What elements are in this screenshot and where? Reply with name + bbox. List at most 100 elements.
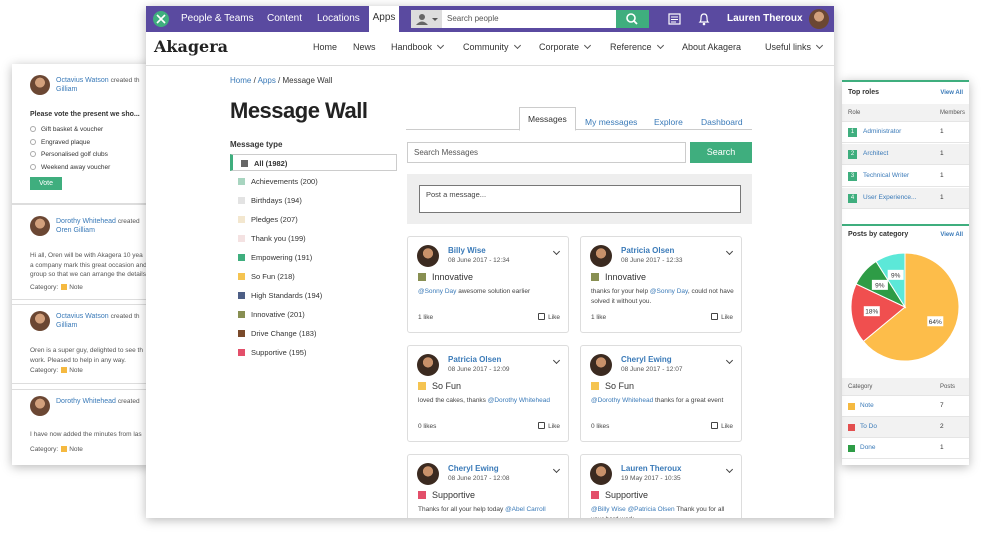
table-row[interactable]: Done 1	[842, 438, 969, 459]
nav-locations[interactable]: Locations	[317, 13, 360, 24]
target-link[interactable]: Oren Gilliam	[56, 227, 95, 234]
author-link[interactable]: Dorothy Whitehead	[56, 218, 116, 225]
author-link[interactable]: Octavius Watson	[56, 313, 109, 320]
category-link[interactable]: To Do	[860, 423, 877, 430]
mention-link[interactable]: @Sonny Day	[650, 288, 688, 295]
chevron-down-icon[interactable]	[725, 465, 734, 474]
nav-apps[interactable]: Apps	[369, 6, 399, 32]
bell-icon[interactable]	[698, 12, 710, 26]
message-type-filter[interactable]: So Fun (218)	[230, 268, 397, 285]
target-link[interactable]: Gilliam	[56, 86, 77, 93]
like-button[interactable]: Like	[538, 313, 560, 321]
author-link[interactable]: Octavius Watson	[56, 77, 109, 84]
target-link[interactable]: Gilliam	[56, 322, 77, 329]
nav-about[interactable]: About Akagera	[682, 42, 741, 52]
tab-explore[interactable]: Explore	[648, 113, 689, 131]
like-button[interactable]: Like	[711, 313, 733, 321]
chevron-down-icon[interactable]	[552, 465, 561, 474]
user-avatar[interactable]	[809, 9, 829, 29]
mention-link[interactable]: @Dorothy Whitehead	[488, 397, 550, 404]
avatar[interactable]	[590, 245, 612, 267]
message-type-filter[interactable]: Drive Change (183)	[230, 325, 397, 342]
radio-icon[interactable]	[30, 151, 36, 158]
table-row[interactable]: To Do 2	[842, 417, 969, 438]
like-button[interactable]: Like	[711, 422, 733, 430]
table-row[interactable]: Note 7	[842, 396, 969, 417]
nav-home[interactable]: Home	[313, 42, 337, 52]
home-logo-icon[interactable]	[152, 10, 170, 28]
nav-corporate[interactable]: Corporate	[539, 41, 592, 52]
nav-reference[interactable]: Reference	[610, 41, 664, 52]
mention-link[interactable]: @Sonny Day	[418, 288, 456, 295]
category-link[interactable]: Done	[860, 444, 876, 451]
role-link[interactable]: User Experience...	[863, 194, 916, 201]
role-link[interactable]: Technical Writer	[863, 172, 909, 179]
message-type-filter[interactable]: Birthdays (194)	[230, 192, 397, 209]
message-type-filter[interactable]: Achievements (200)	[230, 173, 397, 190]
poll-option[interactable]: Weekend away voucher	[30, 162, 110, 175]
avatar[interactable]	[590, 354, 612, 376]
nav-news[interactable]: News	[353, 42, 376, 52]
author-link[interactable]: Billy Wise	[448, 246, 486, 255]
radio-icon[interactable]	[30, 163, 36, 170]
message-type-filter[interactable]: High Standards (194)	[230, 287, 397, 304]
chevron-down-icon[interactable]	[552, 247, 561, 256]
avatar[interactable]	[417, 245, 439, 267]
author-link[interactable]: Patricia Olsen	[621, 246, 674, 255]
table-row[interactable]: 2 Architect 1	[842, 144, 969, 165]
search-type-dropdown[interactable]	[411, 10, 442, 28]
like-button[interactable]: Like	[538, 422, 560, 430]
mention-link[interactable]: @Abel Carroll	[505, 506, 546, 513]
message-type-filter[interactable]: Supportive (195)	[230, 344, 397, 361]
people-search-input[interactable]: Search people	[442, 10, 616, 28]
post-message-input[interactable]: Post a message...	[419, 185, 741, 213]
author-link[interactable]: Patricia Olsen	[448, 355, 501, 364]
breadcrumb-apps[interactable]: Apps	[258, 76, 276, 85]
role-link[interactable]: Administrator	[863, 128, 901, 135]
site-logo[interactable]: Akagera	[154, 37, 228, 56]
message-type-filter[interactable]: Pledges (207)	[230, 211, 397, 228]
author-link[interactable]: Dorothy Whitehead	[56, 398, 116, 405]
chevron-down-icon[interactable]	[725, 247, 734, 256]
tab-messages[interactable]: Messages	[519, 107, 576, 131]
view-all-link[interactable]: View All	[940, 90, 963, 96]
chevron-down-icon[interactable]	[725, 356, 734, 365]
search-messages-input[interactable]: Search Messages	[407, 142, 686, 163]
table-row[interactable]: 3 Technical Writer 1	[842, 166, 969, 187]
people-search-button[interactable]	[616, 10, 649, 28]
avatar[interactable]	[417, 463, 439, 485]
avatar[interactable]	[417, 354, 439, 376]
poll-option[interactable]: Gift basket & voucher	[30, 124, 110, 137]
poll-option[interactable]: Personalised golf clubs	[30, 149, 110, 162]
nav-useful-links[interactable]: Useful links	[765, 41, 824, 52]
category-link[interactable]: Note	[860, 402, 874, 409]
radio-icon[interactable]	[30, 138, 36, 145]
message-type-filter[interactable]: All (1982)	[230, 154, 397, 171]
nav-handbook[interactable]: Handbook	[391, 41, 445, 52]
poll-option[interactable]: Engraved plaque	[30, 137, 110, 150]
search-button[interactable]: Search	[690, 142, 752, 163]
radio-icon[interactable]	[30, 126, 36, 133]
message-type-filter[interactable]: Thank you (199)	[230, 230, 397, 247]
message-type-filter[interactable]: Innovative (201)	[230, 306, 397, 323]
table-row[interactable]: 4 User Experience... 1	[842, 188, 969, 209]
author-link[interactable]: Cheryl Ewing	[448, 464, 499, 473]
nav-content[interactable]: Content	[267, 13, 302, 24]
view-all-link[interactable]: View All	[940, 232, 963, 238]
table-row[interactable]: 1 Administrator 1	[842, 122, 969, 143]
mention-link[interactable]: @Dorothy Whitehead	[591, 397, 653, 404]
tab-dashboard[interactable]: Dashboard	[695, 113, 749, 131]
role-link[interactable]: Architect	[863, 150, 888, 157]
mention-link[interactable]: @Billy Wise @Patricia Olsen	[591, 506, 675, 513]
user-name[interactable]: Lauren Theroux	[727, 13, 803, 24]
author-link[interactable]: Lauren Theroux	[621, 464, 681, 473]
chevron-down-icon[interactable]	[552, 356, 561, 365]
vote-button[interactable]: Vote	[30, 177, 63, 190]
nav-community[interactable]: Community	[463, 41, 521, 52]
breadcrumb-home[interactable]: Home	[230, 76, 251, 85]
author-link[interactable]: Cheryl Ewing	[621, 355, 672, 364]
news-icon[interactable]	[668, 13, 681, 25]
message-type-filter[interactable]: Empowering (191)	[230, 249, 397, 266]
avatar[interactable]	[590, 463, 612, 485]
nav-people-teams[interactable]: People & Teams	[181, 13, 254, 24]
